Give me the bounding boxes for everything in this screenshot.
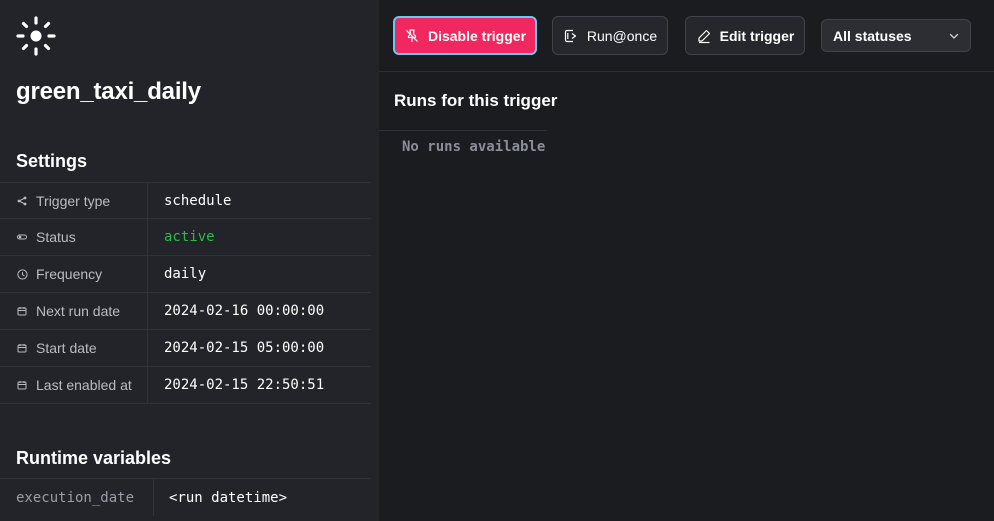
settings-row-start-date: Start date 2024-02-15 05:00:00	[0, 330, 371, 367]
settings-row-frequency: Frequency daily	[0, 256, 371, 293]
settings-label: Frequency	[36, 266, 103, 282]
settings-label: Last enabled at	[36, 377, 132, 393]
trigger-toolbar: Disable trigger Run@once Edit trigger Al…	[379, 0, 994, 72]
edit-trigger-button[interactable]: Edit trigger	[685, 16, 805, 55]
runs-title: Runs for this trigger	[394, 91, 558, 110]
settings-value: daily	[164, 266, 207, 282]
trigger-detail-page: green_taxi_daily Settings Trigger type s…	[0, 0, 994, 521]
settings-row-status: Status active	[0, 219, 371, 256]
pin-off-icon	[404, 28, 420, 44]
settings-title: Settings	[16, 151, 88, 171]
sun-logo-icon	[16, 16, 56, 56]
status-filter-select[interactable]: All statuses	[821, 19, 971, 52]
run-once-icon	[563, 28, 579, 44]
settings-value: 2024-02-15 05:00:00	[164, 340, 325, 356]
run-once-label: Run@once	[586, 27, 658, 44]
run-once-button[interactable]: Run@once	[552, 16, 668, 55]
share-icon	[16, 195, 28, 207]
settings-label-cell: Start date	[0, 330, 148, 366]
settings-label-cell: Next run date	[0, 293, 148, 329]
settings-label-cell: Last enabled at	[0, 367, 148, 403]
settings-label: Next run date	[36, 303, 121, 319]
calendar-icon	[16, 305, 28, 317]
settings-value: schedule	[164, 193, 232, 209]
disable-trigger-label: Disable trigger	[427, 27, 527, 44]
settings-row-last-enabled-at: Last enabled at 2024-02-15 22:50:51	[0, 367, 371, 404]
no-runs-message: No runs available	[402, 139, 546, 155]
settings-label-cell: Frequency	[0, 256, 148, 292]
disable-trigger-button[interactable]: Disable trigger	[393, 16, 537, 55]
runtime-variables-table: execution_date <run datetime>	[0, 478, 371, 516]
settings-label: Trigger type	[36, 193, 111, 209]
settings-row-next-run-date: Next run date 2024-02-16 00:00:00	[0, 293, 371, 330]
trigger-name: green_taxi_daily	[16, 78, 201, 105]
trigger-sidebar: green_taxi_daily Settings Trigger type s…	[0, 0, 379, 521]
pencil-icon	[696, 28, 712, 44]
settings-value: 2024-02-16 00:00:00	[164, 303, 325, 319]
runtime-variable-value: <run datetime>	[169, 489, 288, 506]
settings-row-trigger-type: Trigger type schedule	[0, 182, 371, 219]
runtime-variable-key: execution_date	[0, 479, 154, 516]
calendar-icon	[16, 342, 28, 354]
settings-label-cell: Trigger type	[0, 183, 148, 219]
runtime-variable-row: execution_date <run datetime>	[0, 478, 371, 516]
clock-icon	[16, 268, 28, 280]
calendar-icon	[16, 379, 28, 391]
settings-label: Status	[36, 229, 76, 245]
status-filter-value: All statuses	[833, 27, 912, 44]
edit-trigger-label: Edit trigger	[719, 27, 795, 44]
chevron-down-icon	[949, 33, 959, 39]
runtime-variables-title: Runtime variables	[16, 448, 172, 468]
runs-divider	[379, 130, 547, 131]
toggle-icon	[16, 231, 28, 243]
settings-value: 2024-02-15 22:50:51	[164, 377, 325, 393]
settings-label: Start date	[36, 340, 97, 356]
settings-table: Trigger type schedule Status active Freq…	[0, 182, 371, 404]
settings-label-cell: Status	[0, 219, 148, 255]
status-value: active	[164, 229, 215, 245]
